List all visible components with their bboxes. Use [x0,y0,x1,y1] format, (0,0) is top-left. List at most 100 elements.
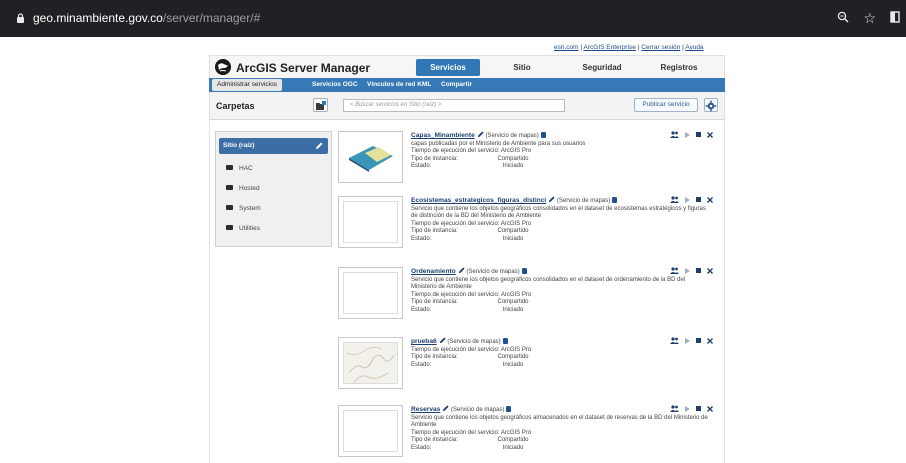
service-description: Servicio que contiene los objetos geográ… [411,414,708,429]
database-icon [521,268,527,274]
instance-label: Tipo de instancia: [411,354,458,361]
edit-icon[interactable] [442,405,449,412]
service-type: (Servicio de mapas) [556,198,611,204]
folder-icon [226,185,233,190]
services-content: Sitio (raíz) HAC Hosted System Utilities [209,121,725,463]
address-bar[interactable]: geo.minambiente.gov.co/server/manager/# [16,11,260,25]
start-icon[interactable] [685,131,690,138]
enterprise-link[interactable]: ArcGIS Enterprise [584,44,636,51]
zoom-icon[interactable] [837,10,849,27]
star-icon[interactable]: ☆ [863,10,876,27]
service-runtime: Tiempo de ejecución del servicio: ArcGIS… [411,429,532,436]
start-icon[interactable] [685,337,690,344]
extension-icon[interactable] [890,10,900,27]
state-label: Estado: [411,306,432,313]
delete-icon[interactable] [707,337,713,344]
service-thumbnail[interactable] [338,196,403,248]
tab-seguridad[interactable]: Seguridad [570,59,634,76]
service-name-link[interactable]: Ecosistemas_estrategicos_figuras_distinc… [411,197,546,204]
folder-system[interactable]: System [226,204,261,214]
page: esri.com | ArcGIS Enterprise | Cerrar se… [0,37,906,463]
edit-icon[interactable] [315,142,323,150]
service-thumbnail[interactable] [338,405,403,457]
search-input[interactable]: < Buscar servicios en Sitio (raíz) > [343,99,565,112]
edit-icon[interactable] [477,131,484,138]
service-name-link[interactable]: prueba6 [411,338,437,345]
permissions-icon[interactable] [670,196,679,203]
tab-sitio[interactable]: Sitio [503,59,541,76]
permissions-icon[interactable] [670,131,679,138]
service-name-link[interactable]: Reservas [411,406,440,413]
stop-icon[interactable] [696,197,701,202]
delete-icon[interactable] [707,267,713,274]
app-title: ArcGIS Server Manager [236,61,371,75]
arcgis-logo-icon [215,59,231,75]
settings-button[interactable] [704,98,718,112]
database-icon [540,132,546,138]
start-icon[interactable] [685,267,690,274]
new-folder-button[interactable] [313,98,328,112]
service-thumbnail[interactable] [338,337,403,389]
service-name-link[interactable]: Capas_Minambiente [411,132,475,139]
publish-service-button[interactable]: Publicar servicio [634,98,698,112]
map-thumbnail-icon [349,146,393,172]
state-label: Estado: [411,444,432,451]
stop-icon[interactable] [696,268,701,273]
instance-label: Tipo de instancia: [411,437,458,444]
service-runtime: Tiempo de ejecución del servicio: ArcGIS… [411,291,532,298]
subnav-kml[interactable]: Vínculos de red KML [367,78,431,92]
esri-link[interactable]: esri.com [554,44,579,51]
url-path: /server/manager/# [162,11,261,25]
service-thumbnail[interactable] [338,131,403,183]
permissions-icon[interactable] [670,267,679,274]
top-links: esri.com | ArcGIS Enterprise | Cerrar se… [554,44,704,51]
edit-icon[interactable] [548,196,555,203]
state-label: Estado: [411,163,432,170]
folder-hac[interactable]: HAC [226,164,253,174]
service-thumbnail[interactable] [338,267,403,319]
service-runtime: Tiempo de ejecución del servicio: ArcGIS… [411,346,532,353]
permissions-icon[interactable] [670,337,679,344]
folder-utilities[interactable]: Utilities [226,224,260,234]
services-toolbar: Carpetas < Buscar servicios en Sitio (ra… [209,92,725,120]
stop-icon[interactable] [696,132,701,137]
folder-label: Utilities [239,225,260,232]
stop-icon[interactable] [696,406,701,411]
delete-icon[interactable] [707,131,713,138]
edit-icon[interactable] [458,267,465,274]
start-icon[interactable] [685,196,690,203]
edit-icon[interactable] [439,337,446,344]
map-thumbnail-icon [346,346,395,384]
state-label: Estado: [411,235,432,242]
stop-icon[interactable] [696,338,701,343]
logout-link[interactable]: Cerrar sesión [641,44,680,51]
service-type: (Servicio de mapas) [451,407,505,413]
subnav-ogc[interactable]: Servicios OGC [312,78,358,92]
instance-label: Tipo de instancia: [411,228,458,235]
state-value: Iniciado [502,235,524,242]
service-name-link[interactable]: Ordenamiento [411,268,456,275]
tab-registros[interactable]: Registros [650,59,708,76]
instance-value: Compartido [497,299,529,306]
separator: | [580,44,583,51]
subnav-compartir[interactable]: Compartir [441,78,472,92]
service-item: Reservas (Servicio de mapas) Servicio qu… [338,405,713,461]
folder-hosted[interactable]: Hosted [226,184,260,194]
database-icon [612,197,618,203]
state-value: Iniciado [502,163,524,170]
start-icon[interactable] [685,405,690,412]
folder-root[interactable]: Sitio (raíz) [219,138,328,154]
delete-icon[interactable] [707,196,713,203]
separator: | [682,44,684,51]
tab-servicios[interactable]: Servicios [416,59,480,76]
folder-icon [226,225,233,230]
state-value: Iniciado [502,444,524,451]
subnav-administrar[interactable]: Administrar servicios [212,79,282,91]
service-runtime: Tiempo de ejecución del servicio: ArcGIS… [411,220,532,227]
app-header: ArcGIS Server Manager Servicios Sitio Se… [209,55,725,78]
instance-value: Compartido [497,437,529,444]
help-link[interactable]: Ayuda [685,44,703,51]
permissions-icon[interactable] [670,405,679,412]
delete-icon[interactable] [707,405,713,412]
service-description: Servicio que contiene los objetos geográ… [411,276,686,291]
